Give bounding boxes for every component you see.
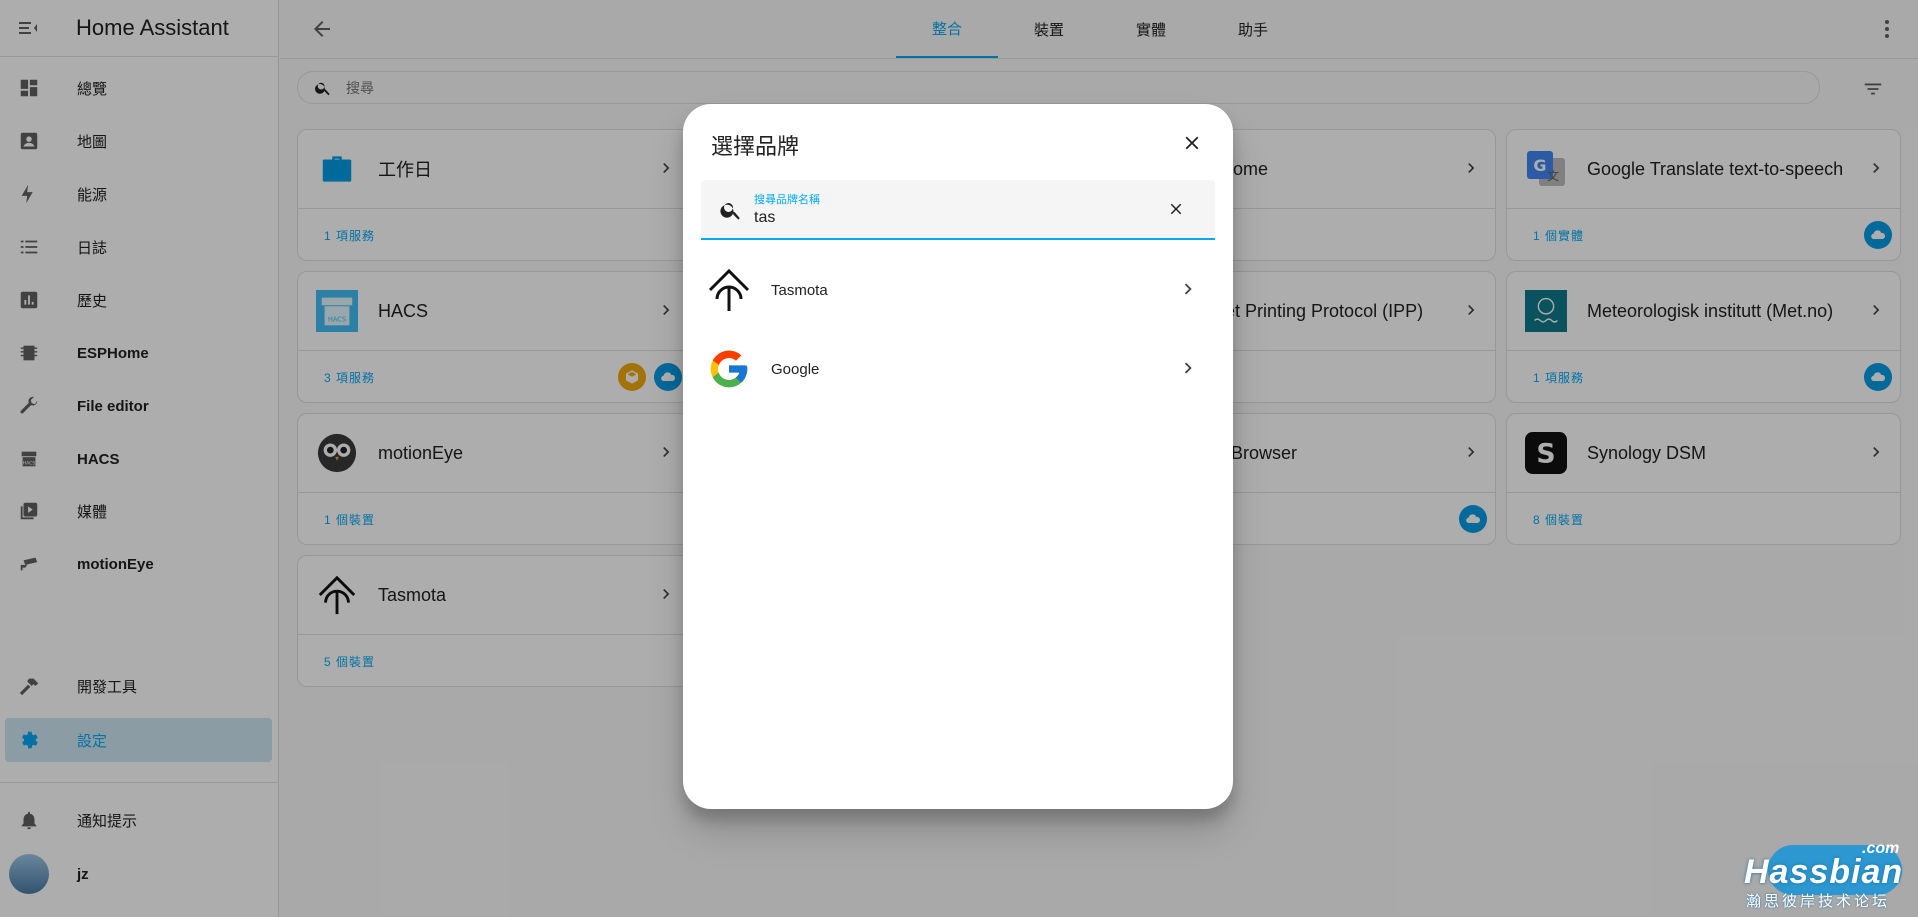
watermark-main: Hassbian (1744, 853, 1904, 891)
brand-name: Google (771, 360, 820, 378)
select-brand-dialog: 選擇品牌 搜尋品牌名稱 tas Tasmota Google (683, 104, 1233, 809)
google-icon (707, 347, 751, 391)
brand-name: Tasmota (771, 281, 828, 299)
field-label: 搜尋品牌名稱 (754, 194, 820, 206)
brand-result-item[interactable]: Tasmota (701, 255, 1215, 325)
chevron-right-icon (1177, 278, 1199, 305)
close-icon[interactable] (1177, 128, 1207, 158)
brand-search-field[interactable]: 搜尋品牌名稱 tas (701, 180, 1215, 240)
watermark-logo: .com Hassbian 瀚思彼岸技术论坛 (1738, 840, 1908, 910)
brand-result-item[interactable]: Google (701, 334, 1215, 404)
field-value: tas (754, 209, 776, 226)
dialog-title: 選擇品牌 (711, 134, 800, 159)
watermark-sub: 瀚思彼岸技术论坛 (1746, 893, 1891, 910)
chevron-right-icon (1177, 357, 1199, 384)
search-icon (719, 198, 743, 227)
clear-icon[interactable] (1167, 200, 1185, 223)
tasmota-icon (707, 268, 751, 312)
